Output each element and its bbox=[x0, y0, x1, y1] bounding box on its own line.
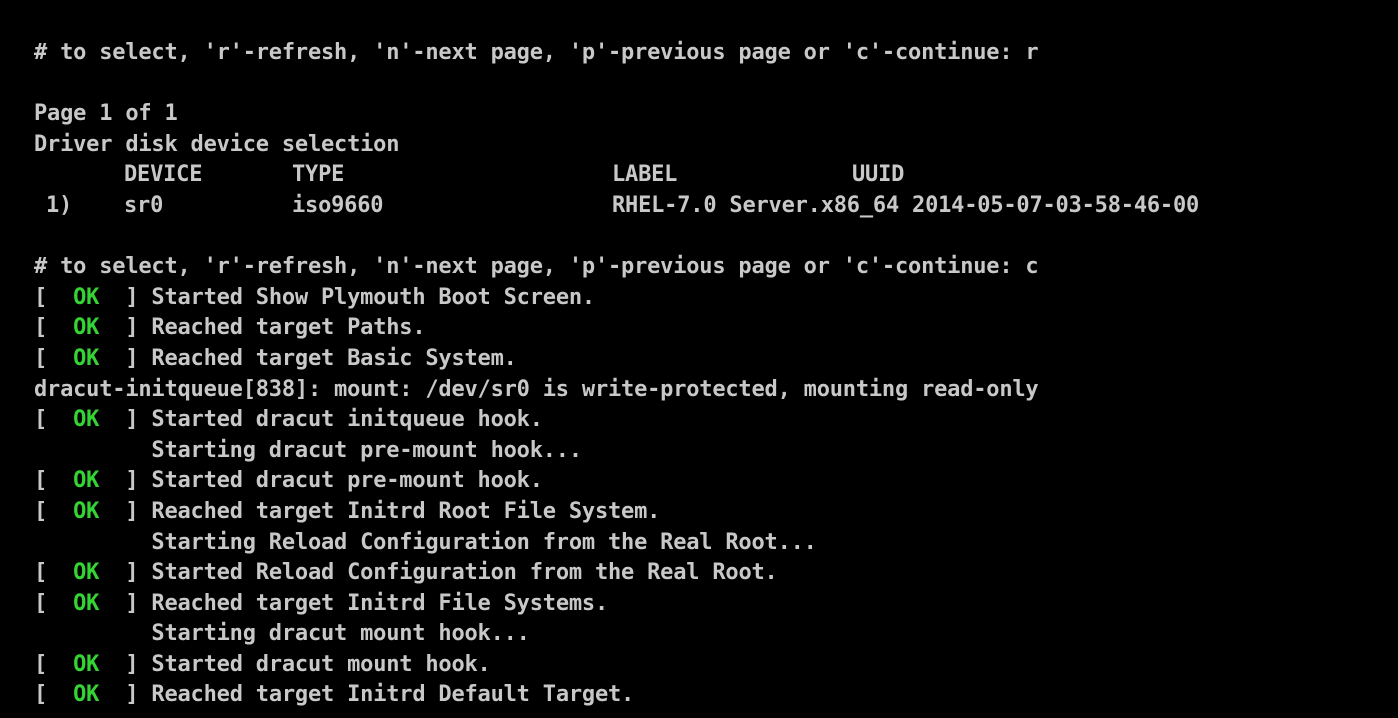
log-line: Starting dracut pre-mount hook... bbox=[34, 436, 1398, 467]
ok-status: OK bbox=[73, 560, 100, 586]
log-line: [ OK ] Started Reload Configuration from… bbox=[34, 558, 1398, 589]
log-line: dracut-initqueue[838]: mount: /dev/sr0 i… bbox=[34, 375, 1398, 406]
bracket-open: [ bbox=[34, 682, 74, 708]
ok-status: OK bbox=[73, 284, 100, 310]
ok-status: OK bbox=[73, 651, 100, 677]
log-line: [ OK ] Reached target Initrd Root File S… bbox=[34, 497, 1398, 528]
row-label: RHEL-7.0 Server.x86_64 bbox=[612, 192, 899, 218]
bracket-open: [ bbox=[34, 315, 74, 341]
ok-status: OK bbox=[73, 682, 100, 708]
bracket-close: ] bbox=[99, 560, 152, 586]
log-message: Reached target Initrd File Systems. bbox=[151, 590, 609, 616]
header-label: LABEL bbox=[612, 162, 678, 188]
log-message: Started dracut pre-mount hook. bbox=[151, 468, 543, 494]
log-line: [ OK ] Started dracut mount hook. bbox=[34, 650, 1398, 681]
log-message: Reached target Paths. bbox=[151, 315, 426, 341]
bracket-close: ] bbox=[99, 682, 152, 708]
table-header: DEVICE TYPE LABEL UUID bbox=[34, 160, 1398, 191]
log-message: Reached target Initrd Root File System. bbox=[151, 498, 661, 524]
bracket-open: [ bbox=[34, 345, 74, 371]
terminal-console[interactable]: # to select, 'r'-refresh, 'n'-next page,… bbox=[0, 0, 1398, 718]
bracket-open: [ bbox=[34, 468, 74, 494]
log-line: [ OK ] Started Show Plymouth Boot Screen… bbox=[34, 283, 1398, 314]
header-device: DEVICE bbox=[124, 162, 203, 188]
log-line: [ OK ] Reached target Initrd Default Tar… bbox=[34, 680, 1398, 711]
prompt-refresh: # to select, 'r'-refresh, 'n'-next page,… bbox=[34, 40, 1039, 65]
boot-log: [ OK ] Started Show Plymouth Boot Screen… bbox=[34, 283, 1398, 711]
bracket-close: ] bbox=[99, 315, 152, 341]
log-line: [ OK ] Reached target Paths. bbox=[34, 313, 1398, 344]
bracket-open: [ bbox=[34, 284, 74, 310]
bracket-close: ] bbox=[99, 590, 152, 616]
bracket-open: [ bbox=[34, 651, 74, 677]
ok-status: OK bbox=[73, 315, 100, 341]
log-message: Started dracut initqueue hook. bbox=[151, 407, 543, 433]
page-info: Page 1 of 1 bbox=[34, 101, 178, 127]
ok-status: OK bbox=[73, 498, 100, 524]
log-message: Reached target Basic System. bbox=[151, 345, 517, 371]
row-number: 1) bbox=[46, 192, 73, 218]
ok-status: OK bbox=[73, 345, 100, 371]
log-line: [ OK ] Started dracut initqueue hook. bbox=[34, 405, 1398, 436]
log-message: Reached target Initrd Default Target. bbox=[151, 682, 635, 708]
log-line: [ OK ] Started dracut pre-mount hook. bbox=[34, 466, 1398, 497]
row-type: iso9660 bbox=[292, 192, 384, 218]
header-type: TYPE bbox=[292, 162, 345, 188]
ok-status: OK bbox=[73, 468, 100, 494]
bracket-close: ] bbox=[99, 498, 152, 524]
log-message: Started Reload Configuration from the Re… bbox=[151, 560, 778, 586]
log-message: Started dracut mount hook. bbox=[151, 651, 491, 677]
bracket-open: [ bbox=[34, 407, 74, 433]
selection-title: Driver disk device selection bbox=[34, 131, 400, 157]
log-line: [ OK ] Reached target Basic System. bbox=[34, 344, 1398, 375]
log-message: Starting dracut pre-mount hook... bbox=[151, 437, 582, 463]
row-device: sr0 bbox=[124, 192, 164, 218]
table-row[interactable]: 1) sr0 iso9660 RHEL-7.0 Server.x86_64 2014-… bbox=[34, 191, 1398, 222]
bracket-open: [ bbox=[34, 498, 74, 524]
bracket-close: ] bbox=[99, 407, 152, 433]
bracket-close: ] bbox=[99, 468, 152, 494]
ok-status: OK bbox=[73, 590, 100, 616]
log-message: Started Show Plymouth Boot Screen. bbox=[151, 284, 595, 310]
log-line: Starting Reload Configuration from the R… bbox=[34, 528, 1398, 559]
row-uuid: 2014-05-07-03-58-46-00 bbox=[912, 192, 1200, 218]
ok-status: OK bbox=[73, 407, 100, 433]
bracket-close: ] bbox=[99, 284, 152, 310]
prompt-continue: # to select, 'r'-refresh, 'n'-next page,… bbox=[34, 254, 1039, 280]
log-message: dracut-initqueue[838]: mount: /dev/sr0 i… bbox=[34, 376, 1039, 402]
bracket-open: [ bbox=[34, 560, 74, 586]
log-line: Starting dracut mount hook... bbox=[34, 619, 1398, 650]
header-uuid: UUID bbox=[852, 162, 905, 188]
bracket-close: ] bbox=[99, 345, 152, 371]
log-message: Starting Reload Configuration from the R… bbox=[151, 529, 817, 555]
log-message: Starting dracut mount hook... bbox=[151, 621, 530, 647]
bracket-close: ] bbox=[99, 651, 152, 677]
bracket-open: [ bbox=[34, 590, 74, 616]
log-line: [ OK ] Reached target Initrd File System… bbox=[34, 589, 1398, 620]
